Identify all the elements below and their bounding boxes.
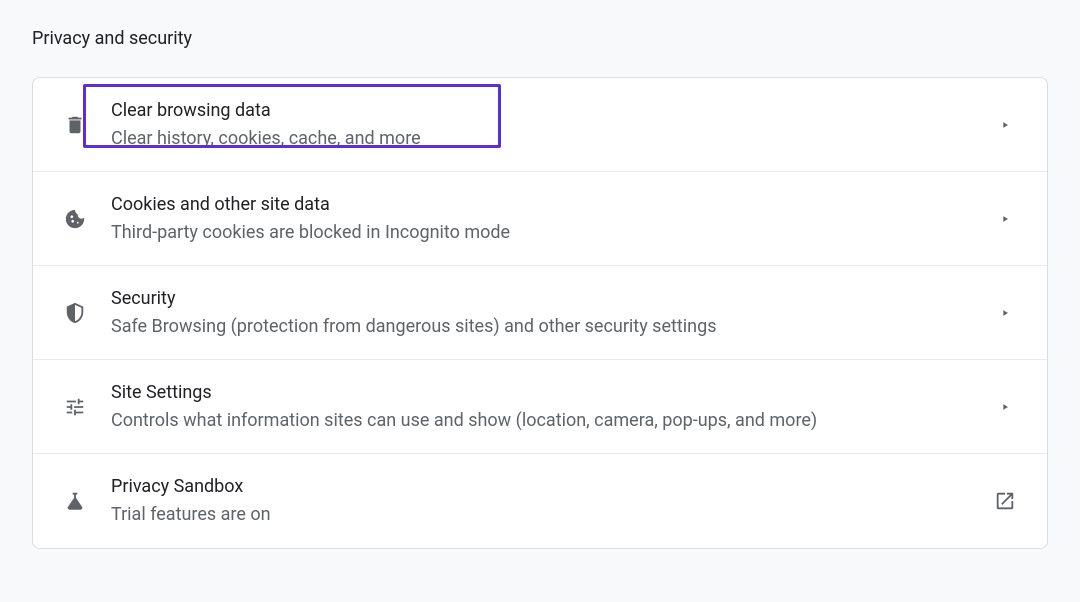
- security-row[interactable]: Security Safe Browsing (protection from …: [33, 266, 1047, 360]
- open-in-new-icon: [993, 489, 1017, 513]
- row-subtitle: Clear history, cookies, cache, and more: [111, 127, 993, 151]
- section-title: Privacy and security: [32, 28, 1048, 49]
- row-content: Clear browsing data Clear history, cooki…: [111, 99, 993, 151]
- tune-icon: [63, 395, 87, 419]
- flask-icon: [63, 489, 87, 513]
- trash-icon: [63, 113, 87, 137]
- row-content: Security Safe Browsing (protection from …: [111, 287, 993, 339]
- row-subtitle: Controls what information sites can use …: [111, 409, 993, 433]
- row-title: Clear browsing data: [111, 99, 993, 123]
- row-title: Cookies and other site data: [111, 193, 993, 217]
- privacy-sandbox-row[interactable]: Privacy Sandbox Trial features are on: [33, 454, 1047, 548]
- row-content: Site Settings Controls what information …: [111, 381, 993, 433]
- chevron-right-icon: [993, 395, 1017, 419]
- chevron-right-icon: [993, 207, 1017, 231]
- row-subtitle: Safe Browsing (protection from dangerous…: [111, 315, 993, 339]
- chevron-right-icon: [993, 113, 1017, 137]
- settings-card: Clear browsing data Clear history, cooki…: [32, 77, 1048, 549]
- row-subtitle: Third-party cookies are blocked in Incog…: [111, 221, 993, 245]
- clear-browsing-data-row[interactable]: Clear browsing data Clear history, cooki…: [33, 78, 1047, 172]
- shield-icon: [63, 301, 87, 325]
- row-title: Privacy Sandbox: [111, 475, 993, 499]
- cookies-row[interactable]: Cookies and other site data Third-party …: [33, 172, 1047, 266]
- chevron-right-icon: [993, 301, 1017, 325]
- row-title: Security: [111, 287, 993, 311]
- row-title: Site Settings: [111, 381, 993, 405]
- site-settings-row[interactable]: Site Settings Controls what information …: [33, 360, 1047, 454]
- cookie-icon: [63, 207, 87, 231]
- row-content: Privacy Sandbox Trial features are on: [111, 475, 993, 527]
- row-content: Cookies and other site data Third-party …: [111, 193, 993, 245]
- row-subtitle: Trial features are on: [111, 503, 993, 527]
